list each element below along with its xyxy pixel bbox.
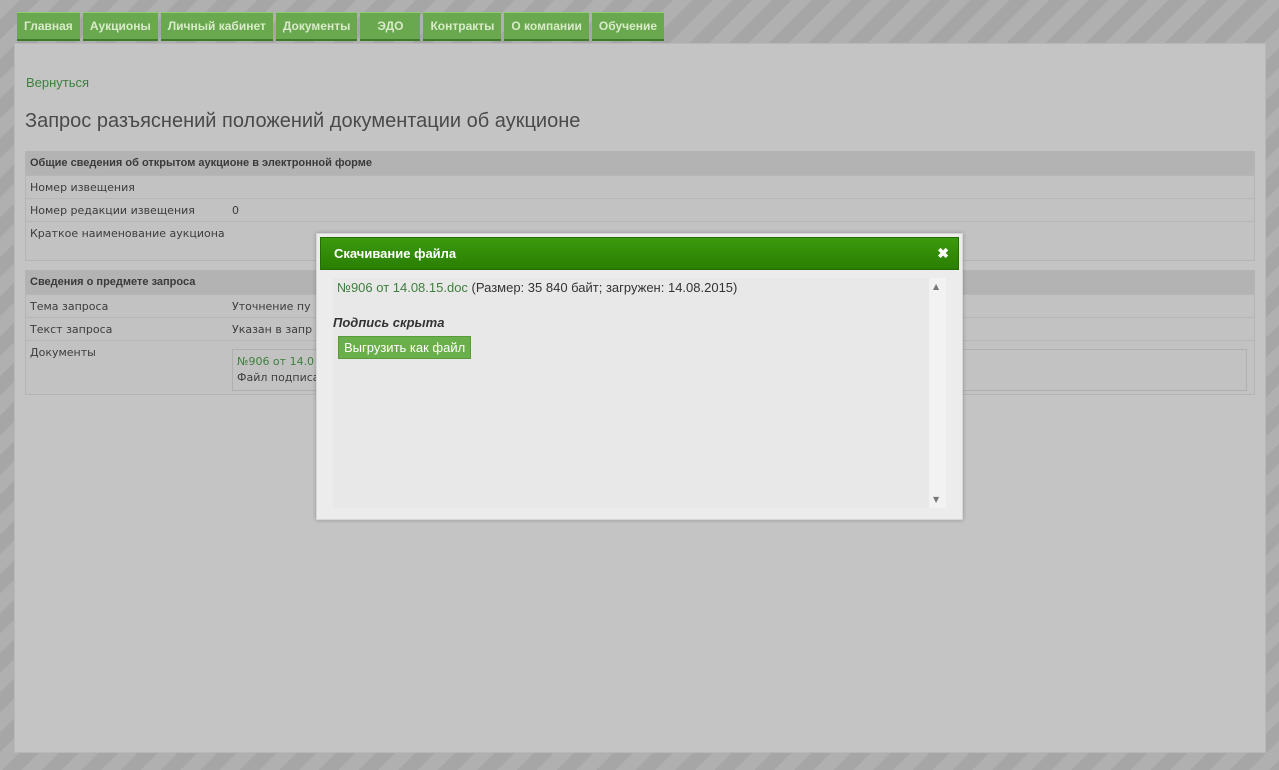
nav-tab-about[interactable]: О компании [504, 12, 589, 41]
dialog-header: Скачивание файла ✖ [320, 237, 959, 270]
nav-tab-personal-cabinet[interactable]: Личный кабинет [160, 12, 273, 41]
table-row: Номер извещения [26, 175, 1254, 198]
nav-tab-documents[interactable]: Документы [275, 12, 358, 41]
export-as-file-button[interactable]: Выгрузить как файл [338, 336, 472, 359]
row-label: Номер извещения [30, 181, 135, 194]
close-icon[interactable]: ✖ [937, 238, 949, 269]
signature-status: Подпись скрыта [333, 315, 445, 330]
nav-tab-edo[interactable]: ЭДО [360, 12, 421, 41]
row-label: Тема запроса [30, 300, 109, 313]
file-download-dialog: Скачивание файла ✖ №906 от 14.08.15.doc … [316, 233, 963, 520]
scroll-down-icon[interactable]: ▼ [933, 495, 939, 504]
dialog-scrollbar[interactable]: ▲ ▼ [929, 278, 946, 508]
table-row: Номер редакции извещения 0 [26, 198, 1254, 221]
nav-tab-learning[interactable]: Обучение [591, 12, 665, 41]
section-heading: Общие сведения об открытом аукционе в эл… [26, 152, 1254, 175]
row-label: Краткое наименование аукциона [30, 227, 225, 240]
dialog-body: №906 от 14.08.15.doc (Размер: 35 840 бай… [333, 278, 946, 508]
nav-tab-home[interactable]: Главная [17, 12, 80, 41]
nav-tab-contracts[interactable]: Контракты [423, 12, 502, 41]
file-meta: (Размер: 35 840 байт; загружен: 14.08.20… [467, 280, 738, 295]
back-link[interactable]: Вернуться [26, 75, 89, 90]
row-value [232, 176, 1254, 198]
row-label: Номер редакции извещения [30, 204, 195, 217]
dialog-title: Скачивание файла [334, 246, 457, 261]
row-label: Документы [30, 346, 96, 359]
row-value: 0 [232, 204, 239, 217]
file-info-line: №906 от 14.08.15.doc (Размер: 35 840 бай… [337, 280, 737, 295]
page-title: Запрос разъяснений положений документаци… [25, 110, 581, 132]
scroll-up-icon[interactable]: ▲ [933, 282, 939, 291]
top-nav: Главная Аукционы Личный кабинет Документ… [17, 12, 665, 41]
nav-tab-auctions[interactable]: Аукционы [82, 12, 158, 41]
file-download-link[interactable]: №906 от 14.08.15.doc [337, 280, 468, 295]
row-label: Текст запроса [30, 323, 113, 336]
